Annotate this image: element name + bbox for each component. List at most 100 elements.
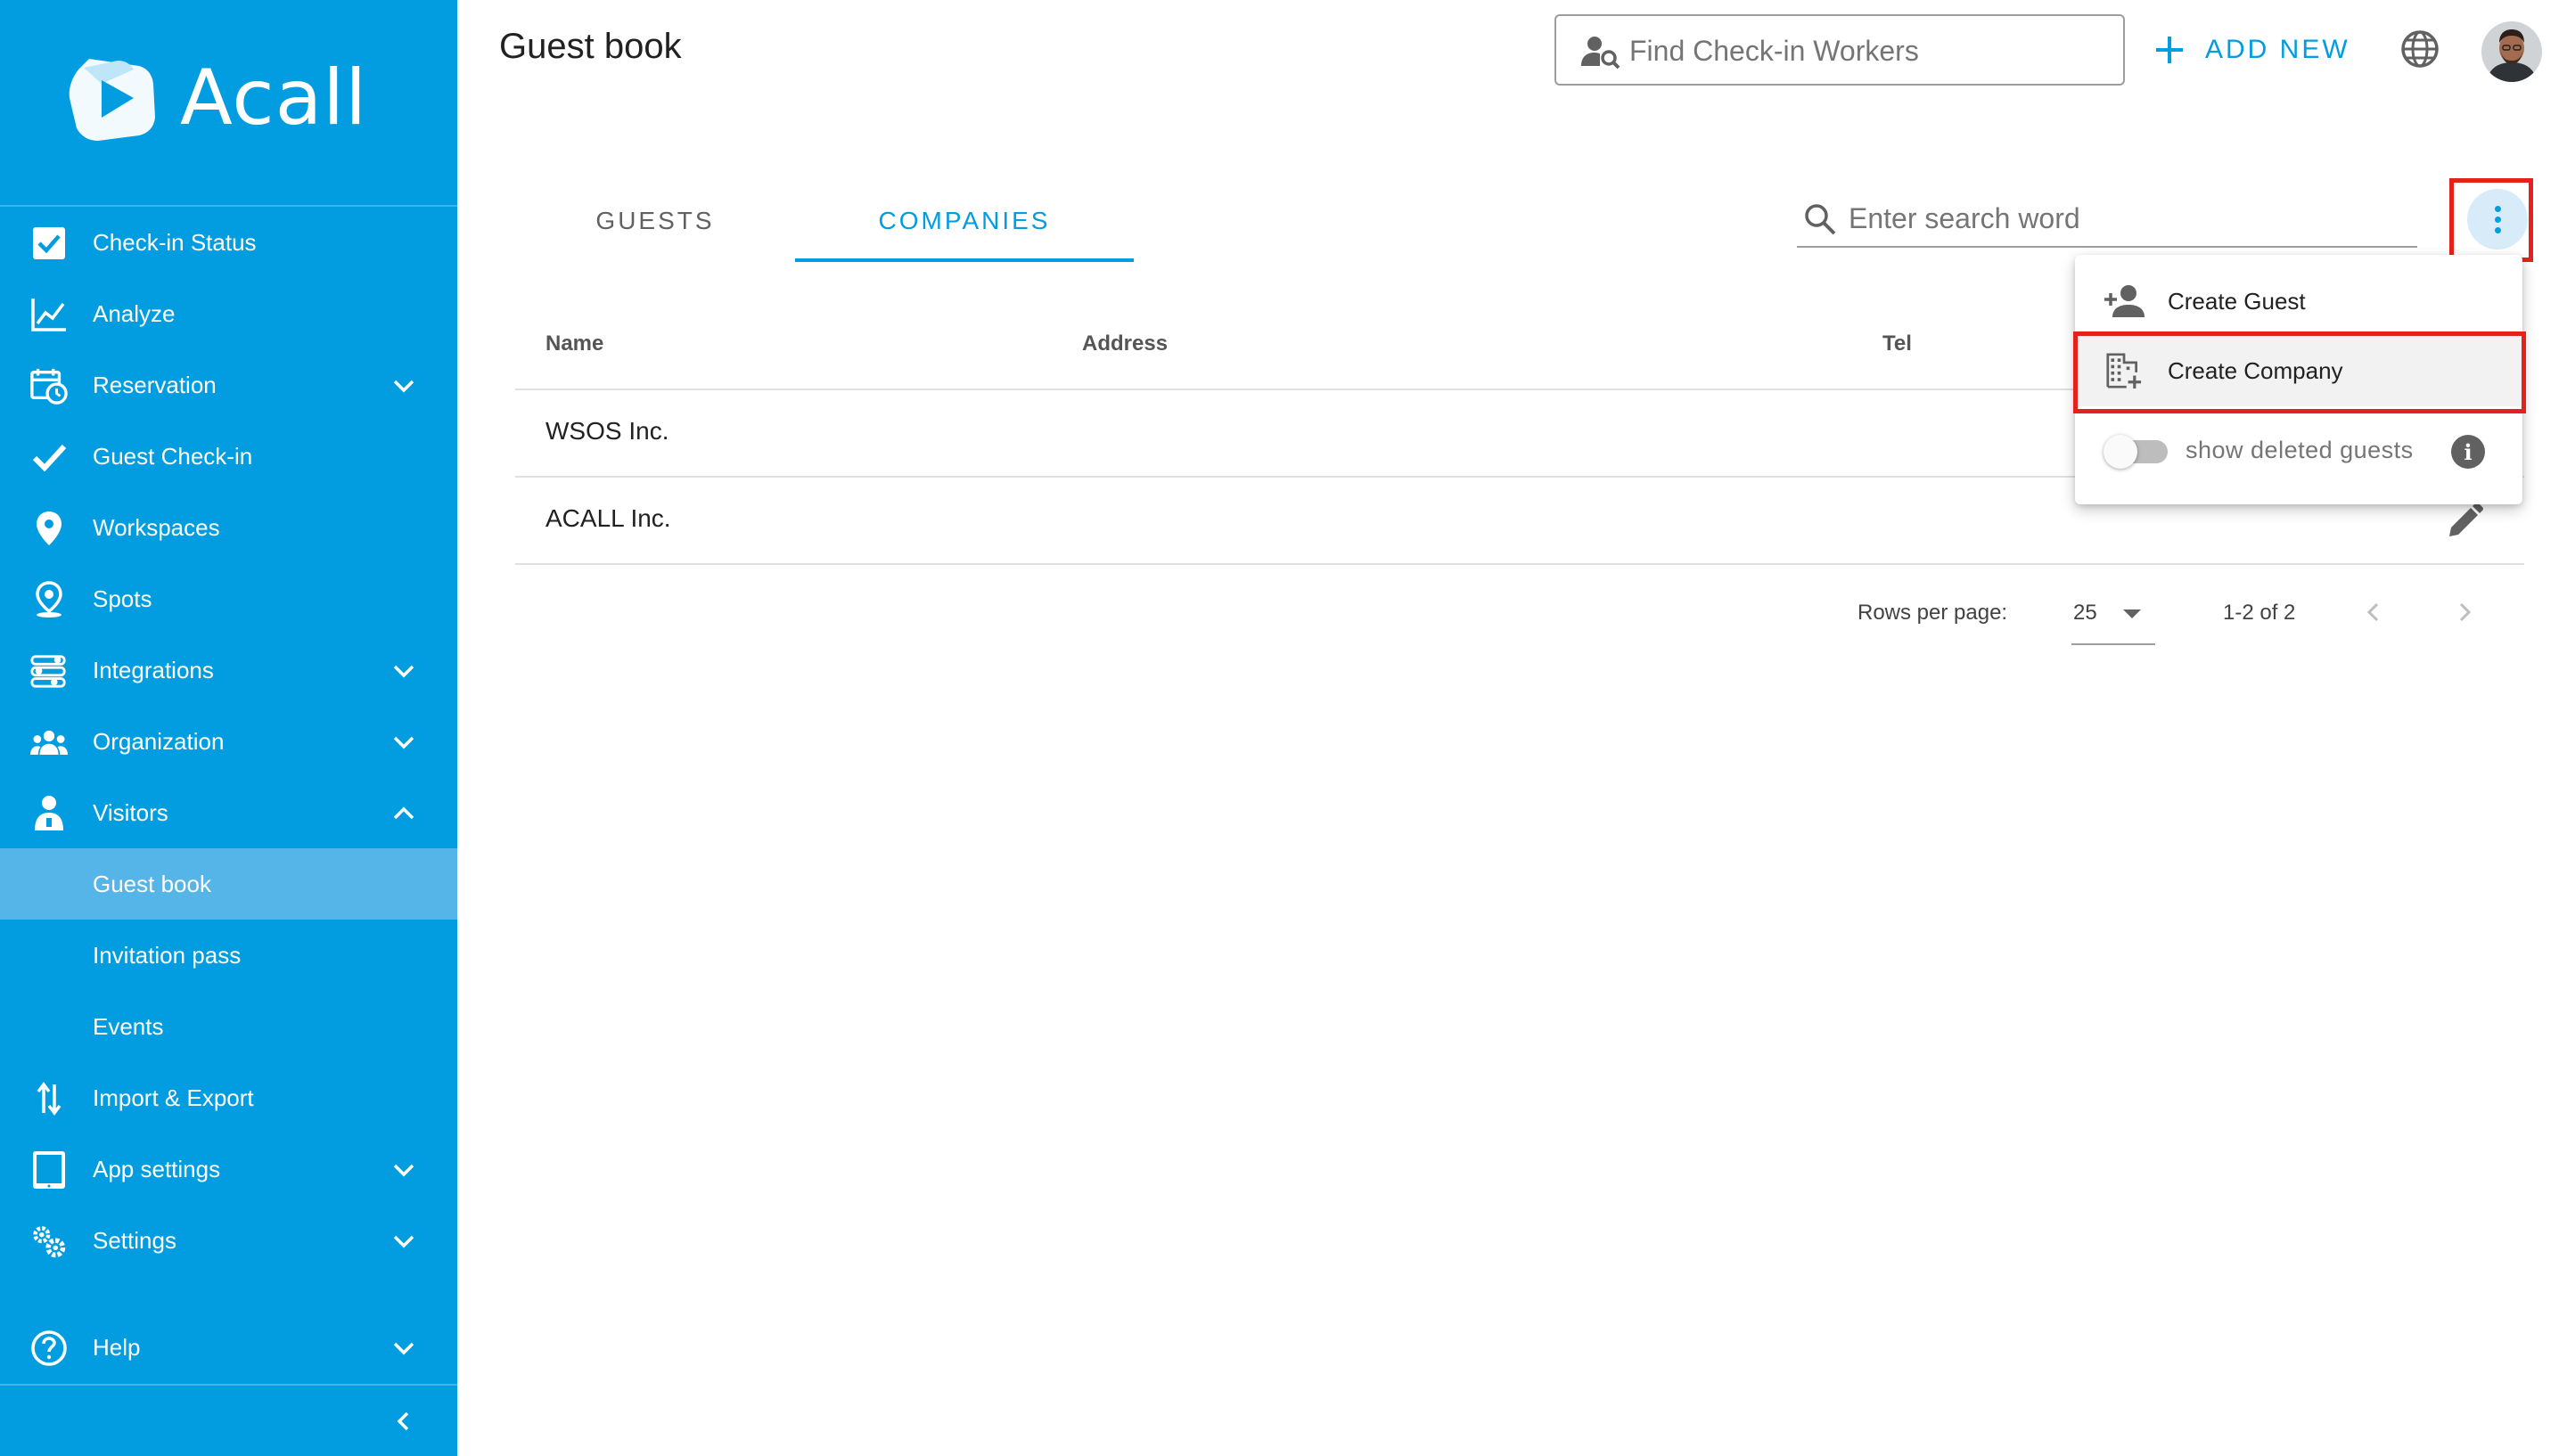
spot-pin-icon	[30, 581, 68, 618]
import-export-icon	[30, 1080, 68, 1117]
sidebar-item-label: Workspaces	[93, 513, 220, 541]
calendar-clock-icon	[30, 367, 68, 405]
globe-language-icon[interactable]	[2399, 29, 2440, 70]
sidebar-item-label: Reservation	[93, 371, 217, 398]
page-title: Guest book	[499, 27, 682, 66]
caret-down-icon	[2123, 609, 2141, 618]
chevron-right-icon[interactable]	[2449, 597, 2480, 627]
sidebar-item-events[interactable]: Events	[0, 991, 457, 1062]
pagination: Rows per page: 25 1-2 of 2	[1854, 588, 2531, 645]
sidebar-item-workspaces[interactable]: Workspaces	[0, 492, 457, 563]
sidebar-item-visitors[interactable]: Visitors	[0, 777, 457, 848]
add-new-label: ADD NEW	[2205, 35, 2350, 64]
tab-guests[interactable]: GUESTS	[515, 178, 795, 264]
edit-pencil-icon[interactable]	[2442, 499, 2487, 544]
menu-item-create-guest[interactable]: Create Guest	[2075, 266, 2522, 337]
chevron-up-icon[interactable]	[390, 800, 417, 827]
chevron-down-icon[interactable]	[390, 372, 417, 399]
app-root: Acall Check-in Status Analyze Reservatio…	[0, 0, 2567, 1456]
chevron-down-icon[interactable]	[390, 729, 417, 756]
chevron-down-icon[interactable]	[390, 658, 417, 684]
help-circle-icon	[30, 1329, 68, 1367]
sidebar-item-guest-book[interactable]: Guest book	[0, 848, 457, 920]
active-tab-indicator	[795, 258, 1134, 262]
search-icon	[1805, 204, 1836, 235]
person-add-icon	[2104, 285, 2145, 317]
sidebar-item-label: Visitors	[93, 798, 168, 826]
acall-logo[interactable]: Acall	[62, 46, 367, 149]
sidebar-item-label: Check-in Status	[93, 228, 257, 256]
add-new-button[interactable]: ADD NEW	[2153, 27, 2350, 73]
sidebar-item-help[interactable]: Help	[0, 1312, 457, 1383]
chevron-down-icon[interactable]	[390, 1335, 417, 1362]
sidebar: Acall Check-in Status Analyze Reservatio…	[0, 0, 457, 1456]
sidebar-bottom-divider	[0, 1384, 457, 1386]
find-check-in-workers-input[interactable]	[1629, 29, 2111, 73]
sidebar-item-app-settings[interactable]: App settings	[0, 1133, 457, 1205]
brand-name: Acall	[180, 53, 368, 143]
sidebar-item-label: Guest Check-in	[93, 442, 253, 470]
chevron-down-icon[interactable]	[390, 1228, 417, 1255]
sidebar-item-label: App settings	[93, 1155, 221, 1182]
people-group-icon	[30, 724, 68, 761]
sidebar-item-label: Organization	[93, 727, 225, 755]
checkbox-icon	[30, 225, 68, 262]
show-deleted-guests-toggle[interactable]	[2104, 435, 2171, 469]
company-name-cell: ACALL Inc.	[545, 504, 671, 532]
column-header-tel[interactable]: Tel	[1882, 331, 1912, 356]
sidebar-item-reservation[interactable]: Reservation	[0, 349, 457, 421]
sidebar-item-label: Invitation pass	[93, 941, 242, 969]
tab-bar: GUESTS COMPANIES	[515, 178, 1139, 264]
rows-per-page-select[interactable]: 25	[2071, 588, 2155, 645]
user-avatar[interactable]	[2481, 21, 2542, 82]
sidebar-item-invitation-pass[interactable]: Invitation pass	[0, 920, 457, 991]
plus-icon	[2156, 37, 2183, 63]
sidebar-item-label: Integrations	[93, 656, 214, 683]
column-header-address[interactable]: Address	[1082, 331, 1168, 356]
sidebar-item-label: Import & Export	[93, 1084, 254, 1111]
sidebar-item-spots[interactable]: Spots	[0, 563, 457, 634]
sidebar-item-settings[interactable]: Settings	[0, 1205, 457, 1276]
sidebar-nav: Check-in Status Analyze Reservation Gues…	[0, 207, 457, 1276]
column-header-name[interactable]: Name	[545, 331, 603, 356]
sidebar-item-check-in-status[interactable]: Check-in Status	[0, 207, 457, 278]
chart-line-icon	[30, 296, 68, 333]
sidebar-item-organization[interactable]: Organization	[0, 706, 457, 777]
sidebar-item-guest-check-in[interactable]: Guest Check-in	[0, 421, 457, 492]
rows-per-page-value: 25	[2073, 601, 2097, 625]
tablet-icon	[30, 1151, 68, 1189]
sidebar-item-label: Analyze	[93, 299, 176, 327]
sidebar-item-label: Spots	[93, 585, 152, 612]
tab-companies[interactable]: COMPANIES	[795, 178, 1134, 264]
find-check-in-workers-field[interactable]	[1554, 14, 2125, 86]
map-pin-icon	[30, 510, 68, 547]
more-options-highlight-frame	[2449, 178, 2533, 262]
chevron-left-icon[interactable]	[2358, 597, 2389, 627]
company-name-cell: WSOS Inc.	[545, 417, 669, 445]
show-deleted-guests-row: show deleted guests i	[2075, 410, 2522, 490]
sidebar-item-import-export[interactable]: Import & Export	[0, 1062, 457, 1133]
sidebar-item-integrations[interactable]: Integrations	[0, 634, 457, 706]
sidebar-item-label: Events	[93, 1012, 164, 1040]
info-icon[interactable]: i	[2451, 435, 2485, 469]
checkmark-icon	[30, 438, 68, 476]
sidebar-item-label: Settings	[93, 1226, 176, 1254]
integrations-icon	[30, 652, 68, 690]
person-search-icon	[1581, 37, 1620, 70]
visitor-icon	[30, 795, 68, 832]
create-company-highlight-frame	[2073, 331, 2526, 413]
chevron-down-icon[interactable]	[390, 1157, 417, 1183]
show-deleted-guests-label: show deleted guests	[2186, 437, 2414, 463]
acall-logo-mark-icon	[62, 48, 162, 148]
collapse-sidebar-chevron-left-icon[interactable]	[389, 1406, 419, 1436]
sidebar-item-label: Guest book	[93, 870, 211, 897]
gears-icon	[30, 1223, 68, 1260]
sidebar-item-analyze[interactable]: Analyze	[0, 278, 457, 349]
page-range: 1-2 of 2	[2223, 601, 2296, 625]
search-input[interactable]	[1849, 196, 2401, 241]
menu-item-label: Create Guest	[2168, 287, 2306, 315]
toggle-knob	[2104, 435, 2137, 469]
rows-per-page-label: Rows per page:	[1858, 601, 2008, 625]
search-field[interactable]	[1797, 191, 2417, 248]
sidebar-item-label: Help	[93, 1333, 141, 1361]
